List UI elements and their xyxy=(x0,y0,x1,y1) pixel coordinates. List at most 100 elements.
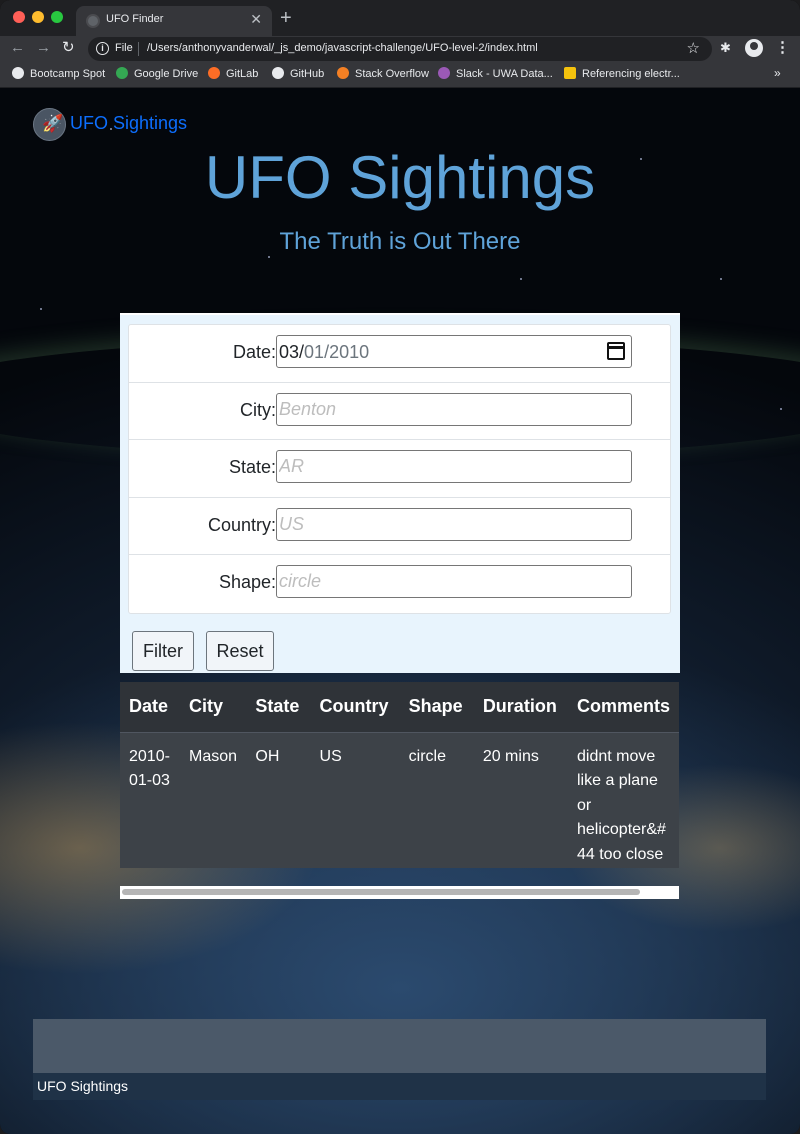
back-arrow-icon[interactable]: ← xyxy=(10,38,25,58)
star-decoration xyxy=(780,408,782,410)
page-title: UFO Sightings xyxy=(204,144,596,211)
column-header-state: State xyxy=(246,682,311,733)
address-bar[interactable]: i File /Users/anthonyvanderwal/_js_demo/… xyxy=(88,37,712,61)
date-input[interactable]: 03/01/2010 xyxy=(276,335,632,368)
slack-icon xyxy=(438,67,450,79)
cell-date: 2010-01-03 xyxy=(120,732,181,868)
star-decoration xyxy=(40,308,42,310)
page-subtitle: The Truth is Out There xyxy=(279,228,521,255)
column-header-duration: Duration xyxy=(473,682,568,733)
horizontal-scrollbar[interactable] xyxy=(120,886,679,899)
filter-panel: Date: 03/01/2010 City: State: Country: xyxy=(120,313,680,673)
browser-window: UFO Finder ✕ + ← → ↻ i File /Users/antho… xyxy=(0,0,800,1134)
extensions-puzzle-icon[interactable]: ✱ xyxy=(720,40,731,56)
cell-city: Mason xyxy=(180,732,247,868)
reload-icon[interactable]: ↻ xyxy=(62,38,75,58)
table-row: 2010-01-03 Mason OH US circle 20 mins di… xyxy=(120,732,679,868)
tab-title: UFO Finder xyxy=(106,13,164,25)
column-header-date: Date xyxy=(120,682,181,733)
close-tab-icon[interactable]: ✕ xyxy=(250,11,262,28)
tab-strip: UFO Finder ✕ + xyxy=(0,0,800,36)
column-header-country: Country xyxy=(310,682,400,733)
star-decoration xyxy=(520,278,522,280)
city-label: City: xyxy=(240,399,276,420)
rocket-icon: 🚀 xyxy=(33,108,66,141)
filter-row-shape: Shape: xyxy=(129,555,670,613)
filter-list: Date: 03/01/2010 City: State: Country: xyxy=(128,324,671,614)
calendar-icon[interactable] xyxy=(607,342,625,360)
url-scheme: File xyxy=(115,42,133,54)
footer-text: UFO Sightings xyxy=(37,1078,129,1094)
date-value: 03/01/2010 xyxy=(279,342,370,362)
scrollbar-thumb[interactable] xyxy=(122,889,640,895)
cell-duration: 20 mins xyxy=(473,732,568,868)
bookmark-stack-overflow[interactable]: Stack Overflow xyxy=(337,67,429,80)
forward-arrow-icon[interactable]: → xyxy=(36,38,51,58)
tab-ufo-finder[interactable]: UFO Finder ✕ xyxy=(76,6,272,36)
profile-avatar-icon[interactable] xyxy=(745,39,763,57)
new-tab-button[interactable]: + xyxy=(280,6,292,30)
close-window-button[interactable] xyxy=(13,11,25,23)
stack-overflow-icon xyxy=(337,67,349,79)
bookmark-star-icon[interactable]: ☆ xyxy=(687,39,700,57)
state-label: State: xyxy=(228,457,276,477)
table-header-row: Date City State Country Shape Duration C… xyxy=(120,682,679,733)
brand-text[interactable]: UFO Sightings xyxy=(70,113,187,134)
cell-state: OH xyxy=(246,732,311,868)
filter-row-city: City: xyxy=(129,383,670,440)
browser-toolbar: ← → ↻ i File /Users/anthonyvanderwal/_js… xyxy=(0,36,800,62)
bookmark-bootcamp-spot[interactable]: Bootcamp Spot xyxy=(12,67,105,80)
github-icon xyxy=(272,67,284,79)
cell-comments: didnt move like a plane or helicopter&#4… xyxy=(567,732,679,868)
cell-country: US xyxy=(310,732,400,868)
filter-row-state: State: xyxy=(129,440,670,498)
google-icon xyxy=(116,67,128,79)
bookmark-referencing[interactable]: Referencing electr... xyxy=(564,67,680,80)
star-decoration xyxy=(268,256,270,258)
filter-row-country: Country: xyxy=(129,498,670,555)
bookmark-github[interactable]: GitHub xyxy=(272,67,324,80)
date-day: 01 xyxy=(304,342,325,362)
footer-bar: UFO Sightings xyxy=(33,1073,766,1100)
globe-icon xyxy=(86,14,100,28)
footer: UFO Sightings xyxy=(33,1019,766,1100)
bookmark-label: Google Drive xyxy=(134,68,199,80)
bookmark-label: Referencing electr... xyxy=(582,68,680,80)
reset-button[interactable]: Reset xyxy=(206,631,274,671)
bookmark-label: GitLab xyxy=(226,68,259,80)
bookmarks-bar: Bootcamp Spot Google Drive GitLab GitHub… xyxy=(0,62,800,88)
cell-shape: circle xyxy=(399,732,474,868)
city-input[interactable] xyxy=(276,392,632,426)
minimize-window-button[interactable] xyxy=(32,11,44,23)
bookmark-gitlab[interactable]: GitLab xyxy=(208,67,258,80)
state-input[interactable] xyxy=(276,450,632,483)
info-icon[interactable]: i xyxy=(96,42,109,55)
footer-top xyxy=(33,1019,766,1073)
results-table: Date City State Country Shape Duration C… xyxy=(120,682,679,868)
bookmark-label: Bootcamp Spot xyxy=(30,68,106,80)
bookmark-label: Stack Overflow xyxy=(355,68,429,80)
bookmark-label: GitHub xyxy=(290,68,325,80)
results-table-container: Date City State Country Shape Duration C… xyxy=(120,682,679,868)
bookmark-slack[interactable]: Slack - UWA Data... xyxy=(438,67,553,80)
country-label: Country: xyxy=(207,514,276,535)
shape-label: Shape: xyxy=(218,572,276,592)
bookmark-google-drive[interactable]: Google Drive xyxy=(116,67,198,80)
bookmark-label: Slack - UWA Data... xyxy=(456,68,553,80)
country-input[interactable] xyxy=(276,507,632,541)
maximize-window-button[interactable] xyxy=(51,11,63,23)
date-label: Date: xyxy=(232,342,276,362)
more-bookmarks-icon[interactable]: » xyxy=(774,66,781,80)
star-decoration xyxy=(720,278,722,280)
gitlab-icon xyxy=(208,67,220,79)
bootcamp-icon xyxy=(12,67,24,79)
kebab-menu-icon[interactable]: ⋮ xyxy=(775,38,790,56)
page-viewport: 🚀 UFO Sightings UFO Sightings The Truth … xyxy=(0,88,800,1134)
document-icon xyxy=(564,67,576,79)
filter-button[interactable]: Filter xyxy=(132,631,194,671)
date-year: 2010 xyxy=(329,342,370,362)
divider xyxy=(138,42,139,56)
url-text[interactable]: /Users/anthonyvanderwal/_js_demo/javascr… xyxy=(147,42,538,54)
shape-input[interactable] xyxy=(276,565,632,598)
column-header-shape: Shape xyxy=(399,682,474,733)
